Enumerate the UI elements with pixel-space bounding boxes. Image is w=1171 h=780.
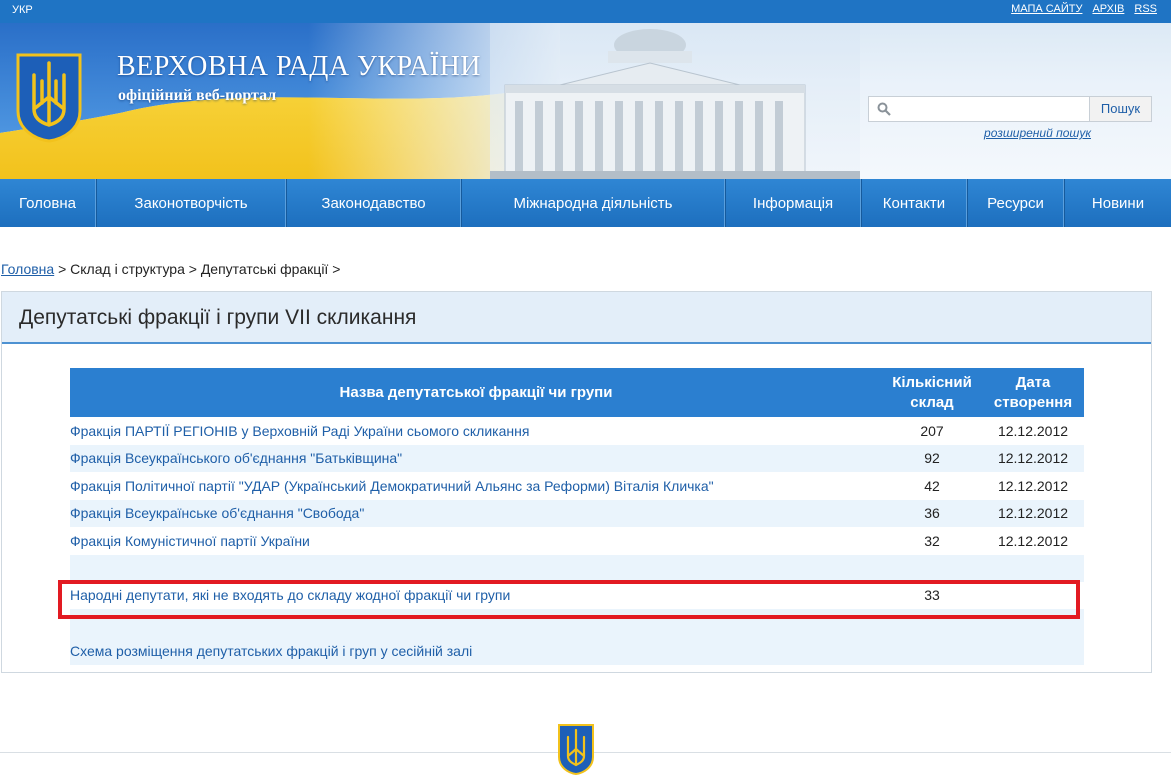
parliament-building-image — [490, 23, 860, 179]
faction-link[interactable]: Фракція Політичної партії "УДАР (Українс… — [70, 478, 882, 494]
nav-item-contacts[interactable]: Контакти — [861, 179, 967, 227]
header-name: Назва депутатської фракції чи групи — [339, 384, 613, 401]
faction-count: 42 — [924, 477, 940, 494]
table-row-empty — [70, 609, 1084, 636]
header-date: Дата створення — [993, 373, 1073, 411]
nav-item-news[interactable]: Новини — [1064, 179, 1171, 227]
table-row: Фракція Політичної партії "УДАР (Українс… — [70, 472, 1084, 500]
search-button[interactable]: Пошук — [1090, 96, 1152, 122]
faction-link[interactable]: Фракція Комуністичної партії України — [70, 533, 882, 549]
nav-item-legislation[interactable]: Законодавство — [286, 179, 461, 227]
rss-link[interactable]: RSS — [1134, 3, 1157, 15]
main-nav: Головна Законотворчість Законодавство Мі… — [0, 179, 1171, 227]
nav-item-resources[interactable]: Ресурси — [967, 179, 1064, 227]
table-row-nonaffiliated: Народні депутати, які не входять до скла… — [70, 582, 1084, 610]
table-row: Фракція Комуністичної партії України 32 … — [70, 527, 1084, 555]
nav-item-information[interactable]: Інформація — [725, 179, 861, 227]
table-header: Назва депутатської фракції чи групи Кіль… — [70, 368, 1084, 417]
top-links: МАПА САЙТУ АРХІВ RSS — [1011, 3, 1157, 15]
nonaffiliated-link[interactable]: Народні депутати, які не входять до скла… — [70, 587, 882, 603]
faction-date: 12.12.2012 — [997, 532, 1069, 549]
seating-scheme-link[interactable]: Схема розміщення депутатських фракцій і … — [70, 643, 882, 659]
nav-item-international[interactable]: Міжнародна діяльність — [461, 179, 725, 227]
nav-item-home[interactable]: Головна — [0, 179, 96, 227]
factions-table: Назва депутатської фракції чи групи Кіль… — [58, 368, 1084, 665]
faction-link[interactable]: Фракція Всеукраїнське об'єднання "Свобод… — [70, 505, 882, 521]
header-count: Кількісний склад — [892, 373, 972, 411]
faction-link[interactable]: Фракція ПАРТІЇ РЕГІОНІВ у Верховній Раді… — [70, 423, 882, 439]
search-icon — [877, 102, 891, 116]
table-row: Фракція Всеукраїнського об'єднання "Бать… — [70, 444, 1084, 472]
content-panel: Депутатські фракції і групи VII скликанн… — [1, 291, 1152, 673]
advanced-search-link[interactable]: розширений пошук — [984, 126, 1091, 140]
faction-date: 12.12.2012 — [997, 422, 1069, 439]
page-title: Депутатські фракції і групи VII скликанн… — [19, 306, 417, 329]
faction-count: 92 — [924, 450, 940, 467]
faction-link[interactable]: Фракція Всеукраїнського об'єднання "Бать… — [70, 450, 882, 466]
faction-date: 12.12.2012 — [997, 477, 1069, 494]
footer-coat-of-arms-icon[interactable] — [557, 723, 595, 775]
flag-banner — [0, 23, 560, 179]
site-header: ВЕРХОВНА РАДА УКРАЇНИ офіційний веб-порт… — [0, 23, 1171, 179]
top-bar: УКР МАПА САЙТУ АРХІВ RSS — [0, 0, 1171, 23]
search-input[interactable] — [868, 96, 1090, 122]
sitemap-link[interactable]: МАПА САЙТУ — [1011, 3, 1082, 15]
archive-link[interactable]: АРХІВ — [1092, 3, 1124, 15]
site-subtitle: офіційний веб-портал — [118, 87, 277, 104]
breadcrumb-home-link[interactable]: Головна — [1, 261, 54, 277]
search-form: Пошук — [868, 96, 1152, 122]
nav-item-lawmaking[interactable]: Законотворчість — [96, 179, 286, 227]
faction-date: 12.12.2012 — [997, 450, 1069, 467]
panel-header: Депутатські фракції і групи VII скликанн… — [2, 292, 1151, 344]
table-row: Фракція Всеукраїнське об'єднання "Свобод… — [70, 499, 1084, 527]
faction-date: 12.12.2012 — [997, 505, 1069, 522]
language-label[interactable]: УКР — [12, 4, 33, 16]
table-row-empty — [70, 554, 1084, 582]
table-row-scheme: Схема розміщення депутатських фракцій і … — [70, 636, 1084, 665]
coat-of-arms-icon[interactable] — [14, 51, 84, 143]
faction-count: 32 — [924, 532, 940, 549]
breadcrumb: Головна > Склад і структура > Депутатськ… — [1, 261, 340, 277]
table-row: Фракція ПАРТІЇ РЕГІОНІВ у Верховній Раді… — [70, 417, 1084, 445]
breadcrumb-trail: > Склад і структура > Депутатські фракці… — [54, 261, 341, 277]
faction-count: 207 — [920, 422, 944, 439]
site-title: ВЕРХОВНА РАДА УКРАЇНИ — [117, 51, 482, 82]
nonaffiliated-count: 33 — [924, 587, 940, 604]
faction-count: 36 — [924, 505, 940, 522]
